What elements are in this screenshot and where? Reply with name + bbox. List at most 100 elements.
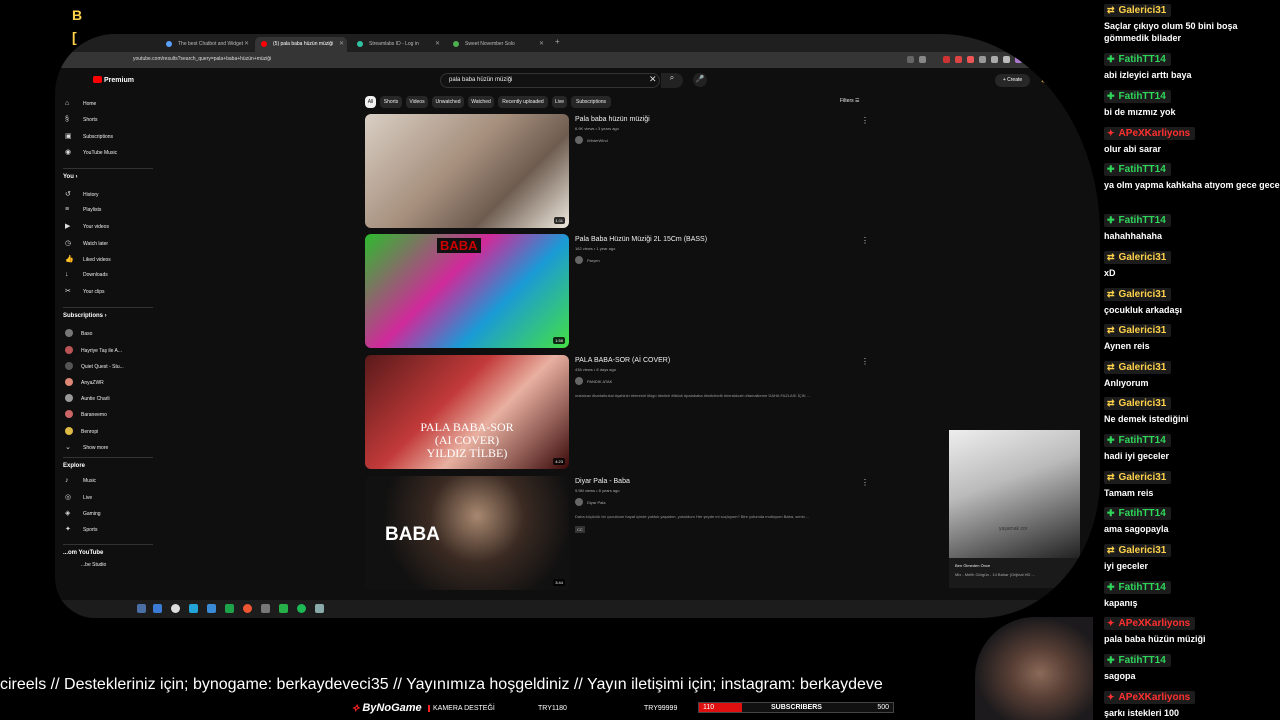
chip-shorts[interactable]: Shorts: [380, 96, 402, 108]
chat-username[interactable]: ⇄ Galerici31: [1104, 251, 1172, 264]
taskbar-app-icon[interactable]: [207, 604, 216, 613]
chip-subscriptions[interactable]: Subscriptions: [571, 96, 611, 108]
result-item[interactable]: BABA 3:44 Diyar Pala - Baba 9.5M views • 8 …: [365, 476, 925, 594]
sidebar-item[interactable]: AnyaZWR: [65, 378, 104, 386]
chip-unwatched[interactable]: Unwatched: [432, 96, 464, 108]
sidebar-item[interactable]: ✦ Sports: [65, 525, 97, 533]
channel-link[interactable]: WinterWind: [575, 136, 608, 144]
chat-username[interactable]: ⇄ Galerici31: [1104, 361, 1172, 374]
sidebar-item[interactable]: Benropi: [65, 426, 98, 435]
chat-username[interactable]: ✚ FatihTT14: [1104, 581, 1171, 594]
sidebar-item[interactable]: ↓ Downloads: [65, 271, 108, 278]
more-options-icon[interactable]: ⋮: [861, 236, 869, 245]
chat-username[interactable]: ✚ FatihTT14: [1104, 90, 1171, 103]
chat-username[interactable]: ⇄ Galerici31: [1104, 544, 1172, 557]
video-title[interactable]: Pala Baba Hüzün Müziği 2L 15Cm (BASS): [575, 236, 707, 243]
chat-username[interactable]: ⇄ Galerici31: [1104, 324, 1172, 337]
sidebar-item[interactable]: ↺ History: [65, 190, 99, 198]
mini-player[interactable]: yaşamak zor Ben Ölmeden Önce Mix - Melih…: [949, 430, 1080, 588]
close-icon[interactable]: ✕: [539, 40, 544, 47]
new-tab-button[interactable]: +: [555, 37, 560, 46]
video-thumbnail[interactable]: BABA 1:58: [365, 234, 569, 348]
bell-icon[interactable]: 🔔: [1041, 74, 1051, 83]
sidebar-heading-you[interactable]: You ›: [63, 174, 78, 180]
settings-icon[interactable]: [315, 604, 324, 613]
star-icon[interactable]: [919, 56, 926, 63]
create-button[interactable]: + Create: [995, 74, 1030, 87]
extension-icon[interactable]: [967, 56, 974, 63]
tab-youtube[interactable]: (5) pala baba hüzün müziği ✕: [255, 37, 347, 52]
chat-username[interactable]: ⇄ Galerici31: [1104, 471, 1172, 484]
video-thumbnail[interactable]: PALA BABA-SOR (AI COVER) YILDIZ TİLBE) 4:…: [365, 355, 569, 469]
sidebar-item[interactable]: Baso: [65, 329, 92, 338]
chat-username[interactable]: ✚ FatihTT14: [1104, 434, 1171, 447]
channel-link[interactable]: Paryen: [575, 256, 600, 264]
sidebar-item[interactable]: ⌂ Home: [65, 100, 96, 107]
taskbar-app-icon[interactable]: [225, 604, 234, 613]
url-text[interactable]: youtube.com/results?search_query=pala+ba…: [133, 56, 271, 62]
video-thumbnail[interactable]: BABA 3:44: [365, 476, 569, 590]
sidebar-item[interactable]: ◈ Gaming: [65, 509, 101, 517]
sidebar-item[interactable]: ✂ Your clips: [65, 287, 105, 295]
mini-player-video[interactable]: [949, 430, 1080, 558]
sidebar-item[interactable]: Baraneemo: [65, 410, 107, 419]
chip-live[interactable]: Live: [552, 96, 567, 108]
sidebar-heading-subscriptions[interactable]: Subscriptions ›: [63, 313, 107, 319]
spotify-icon[interactable]: [297, 604, 306, 613]
profile-icon[interactable]: [1015, 56, 1022, 63]
filters-button[interactable]: Filters ☰: [840, 98, 860, 104]
chat-username[interactable]: ⇄ Galerici31: [1104, 4, 1172, 17]
chat-username[interactable]: ✦ APeXKarliyons: [1104, 691, 1196, 704]
sidebar-item[interactable]: ≡ Playlists: [65, 206, 101, 213]
extension-icon[interactable]: [991, 56, 998, 63]
video-thumbnail[interactable]: 1:11: [365, 114, 569, 228]
chat-username[interactable]: ✦ APeXKarliyons: [1104, 127, 1196, 140]
sidebar-item[interactable]: Hayriye Taş ile A...: [65, 345, 122, 354]
result-item[interactable]: PALA BABA-SOR (AI COVER) YILDIZ TİLBE) 4:…: [365, 355, 925, 473]
sidebar-item[interactable]: ♪ Music: [65, 477, 96, 484]
channel-link[interactable]: Diyar Pala: [575, 498, 605, 506]
extension-icon[interactable]: [907, 56, 914, 63]
chat-username[interactable]: ✦ APeXKarliyons: [1104, 617, 1196, 630]
result-item[interactable]: 1:11 Pala baba hüzün müziği 6.9K views • 3…: [365, 114, 925, 232]
sidebar-item[interactable]: ...be Studio: [81, 562, 106, 568]
tab-chatbot[interactable]: The best Chatbot and Widget ✕: [160, 37, 252, 52]
search-input[interactable]: pala baba hüzün müziği: [440, 73, 660, 88]
chip-watched[interactable]: Watched: [468, 96, 494, 108]
taskbar-app-icon[interactable]: [189, 604, 198, 613]
channel-link[interactable]: PANDIK ATAK: [575, 377, 612, 385]
tab-streamlabs[interactable]: Streamlabs ID - Log in ✕: [351, 37, 443, 52]
chat-username[interactable]: ⇄ Galerici31: [1104, 397, 1172, 410]
taskbar-app-icon[interactable]: [279, 604, 288, 613]
mic-icon[interactable]: 🎤: [693, 73, 707, 87]
chip-all[interactable]: All: [365, 96, 376, 108]
show-more-button[interactable]: ⌄ Show more: [65, 443, 108, 451]
chat-username[interactable]: ✚ FatihTT14: [1104, 507, 1171, 520]
taskbar-app-icon[interactable]: [137, 604, 146, 613]
sidebar-item[interactable]: Auntie Charli: [65, 394, 110, 403]
video-title[interactable]: PALA BABA-SOR (Aİ COVER): [575, 357, 670, 364]
sidebar-item[interactable]: ◷ Watch later: [65, 239, 108, 247]
sidebar-item[interactable]: § Shorts: [65, 116, 97, 123]
chat-username[interactable]: ✚ FatihTT14: [1104, 654, 1171, 667]
mini-player-title[interactable]: Ben Ölmeden Önce: [955, 563, 990, 568]
sidebar-item[interactable]: ◉ YouTube Music: [65, 148, 117, 156]
extension-icon[interactable]: [943, 56, 950, 63]
extension-icon[interactable]: [1003, 56, 1010, 63]
taskbar-app-icon[interactable]: [243, 604, 252, 613]
chat-username[interactable]: ✚ FatihTT14: [1104, 53, 1171, 66]
extension-icon[interactable]: [979, 56, 986, 63]
more-options-icon[interactable]: ⋮: [861, 478, 869, 487]
sidebar-item[interactable]: ▣ Subscriptions: [65, 132, 113, 140]
sidebar-item[interactable]: 👍 Liked videos: [65, 255, 111, 263]
video-title[interactable]: Pala baba hüzün müziği: [575, 116, 650, 123]
youtube-logo[interactable]: Premium: [93, 76, 134, 84]
extension-icon[interactable]: [955, 56, 962, 63]
sidebar-item[interactable]: ◎ Live: [65, 493, 92, 501]
taskbar-app-icon[interactable]: [261, 604, 270, 613]
tab-sweet-november[interactable]: Sweet November Solo ✕: [447, 37, 547, 52]
more-options-icon[interactable]: ⋮: [861, 116, 869, 125]
taskbar-app-icon[interactable]: [153, 604, 162, 613]
sidebar-item[interactable]: ▶ Your videos: [65, 222, 109, 230]
address-bar[interactable]: youtube.com/results?search_query=pala+ba…: [55, 52, 1100, 68]
